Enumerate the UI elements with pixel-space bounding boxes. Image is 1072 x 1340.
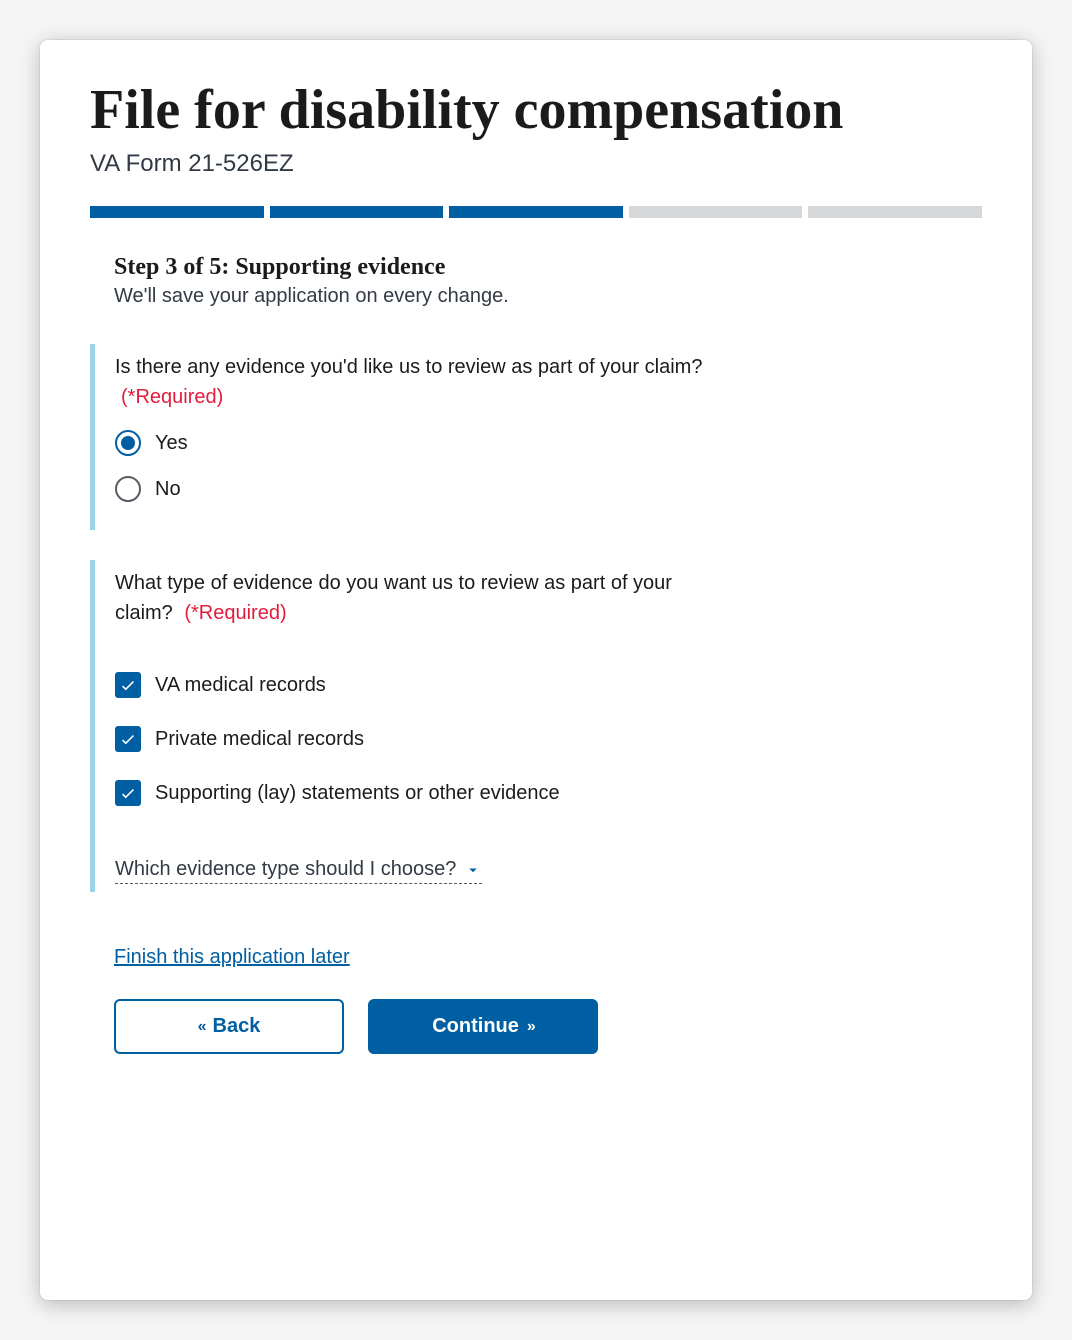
progress-seg-4	[629, 206, 803, 218]
radio-selected-icon	[121, 436, 135, 450]
checkbox-checked-icon	[115, 672, 141, 698]
nav-buttons: « Back Continue »	[114, 999, 982, 1054]
q2-required: (*Required)	[184, 602, 286, 624]
radio-yes[interactable]: Yes	[115, 430, 730, 456]
checkbox-checked-icon	[115, 780, 141, 806]
progress-seg-3	[449, 206, 623, 218]
chevron-down-icon	[464, 861, 482, 879]
checkbox-private-label: Private medical records	[155, 728, 364, 751]
progress-seg-5	[808, 206, 982, 218]
question-block-1: Is there any evidence you'd like us to r…	[90, 344, 730, 530]
radio-no-control	[115, 476, 141, 502]
form-id: VA Form 21-526EZ	[90, 150, 982, 178]
chevron-left-icon: «	[198, 1018, 205, 1036]
checkbox-checked-icon	[115, 726, 141, 752]
step-heading: Step 3 of 5: Supporting evidence	[114, 254, 982, 281]
q2-check-group: VA medical records Private medical recor…	[115, 672, 730, 806]
checkbox-lay-label: Supporting (lay) statements or other evi…	[155, 782, 560, 805]
page-title: File for disability compensation	[90, 78, 982, 142]
progress-seg-1	[90, 206, 264, 218]
form-card: File for disability compensation VA Form…	[40, 40, 1032, 1300]
q1-text: Is there any evidence you'd like us to r…	[115, 352, 730, 412]
checkbox-va-label: VA medical records	[155, 674, 326, 697]
chevron-right-icon: »	[527, 1018, 534, 1036]
radio-no[interactable]: No	[115, 476, 730, 502]
continue-button[interactable]: Continue »	[368, 999, 598, 1054]
radio-no-label: No	[155, 478, 181, 501]
q1-required: (*Required)	[121, 386, 223, 408]
progress-seg-2	[270, 206, 444, 218]
checkbox-private-records[interactable]: Private medical records	[115, 726, 730, 752]
finish-later-link[interactable]: Finish this application later	[114, 946, 350, 969]
radio-yes-control	[115, 430, 141, 456]
progress-bar	[90, 206, 982, 218]
q2-text: What type of evidence do you want us to …	[115, 568, 730, 628]
back-button[interactable]: « Back	[114, 999, 344, 1054]
question-block-2: What type of evidence do you want us to …	[90, 560, 730, 892]
evidence-type-help-toggle[interactable]: Which evidence type should I choose?	[115, 858, 482, 884]
continue-button-label: Continue	[432, 1015, 519, 1038]
checkbox-lay-statements[interactable]: Supporting (lay) statements or other evi…	[115, 780, 730, 806]
checkbox-va-records[interactable]: VA medical records	[115, 672, 730, 698]
disclosure-label: Which evidence type should I choose?	[115, 858, 456, 881]
save-note: We'll save your application on every cha…	[114, 285, 982, 308]
q1-label: Is there any evidence you'd like us to r…	[115, 356, 702, 378]
back-button-label: Back	[213, 1015, 261, 1038]
radio-yes-label: Yes	[155, 432, 188, 455]
q1-radio-group: Yes No	[115, 430, 730, 502]
